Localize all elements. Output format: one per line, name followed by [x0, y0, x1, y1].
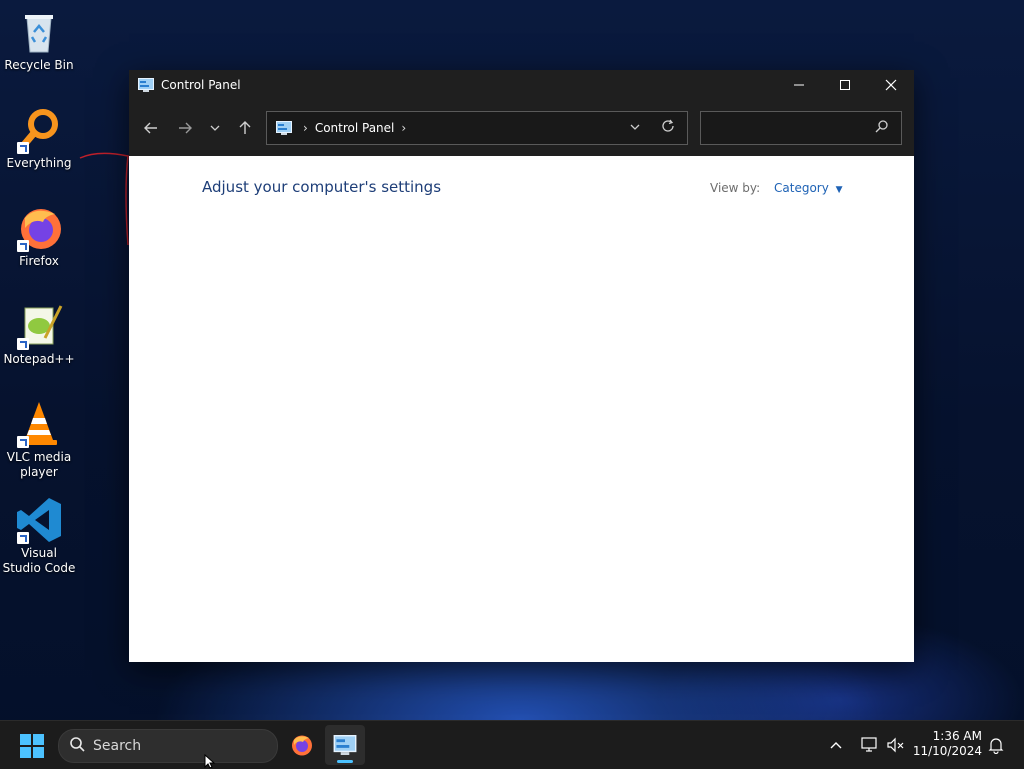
forward-arrow-icon [179, 122, 192, 134]
title-bar[interactable]: Control Panel [129, 70, 914, 100]
show-hidden-icons-button[interactable] [829, 721, 843, 769]
search-control-panel[interactable] [700, 111, 902, 145]
desktop-icon-label: Recycle Bin [4, 58, 74, 72]
everything-icon [15, 106, 63, 154]
desktop-icon-everything[interactable]: Everything [2, 106, 76, 171]
shortcut-arrow-icon [17, 532, 29, 544]
view-by-dropdown[interactable]: Category [774, 181, 829, 195]
desktop-icon-label: Notepad++ [3, 352, 75, 366]
mouse-cursor-icon [204, 754, 216, 768]
firefox-icon [15, 204, 63, 252]
back-arrow-icon [144, 122, 157, 134]
taskbar-search-label: Search [93, 738, 142, 754]
taskbar-firefox[interactable] [281, 725, 321, 765]
maximize-button[interactable] [822, 70, 868, 100]
notepadpp-icon [15, 302, 63, 350]
clock-time: 1:36 AM [932, 729, 982, 743]
network-icon [861, 737, 877, 752]
desktop-icon-vscode[interactable]: Visual Studio Code [2, 496, 76, 576]
notifications-button[interactable] [988, 721, 1004, 769]
recent-locations-button[interactable] [201, 112, 229, 144]
taskbar-control-panel[interactable] [325, 725, 365, 765]
address-bar[interactable]: › Control Panel › [266, 111, 688, 145]
clock-date: 11/10/2024 [912, 744, 982, 758]
desktop-icon-firefox[interactable]: Firefox [2, 204, 76, 269]
desktop-icon-label: Everything [6, 156, 72, 170]
volume-button[interactable] [886, 721, 906, 769]
forward-button[interactable] [169, 112, 201, 144]
active-indicator [337, 760, 353, 763]
red-annotation-stroke [79, 152, 129, 246]
system-clock[interactable]: 1:36 AM 11/10/2024 [912, 729, 982, 759]
chevron-up-icon [830, 742, 842, 749]
desktop-icon-notepadpp[interactable]: Notepad++ [2, 302, 76, 367]
control-panel-icon [138, 78, 154, 92]
navigation-toolbar: › Control Panel › [129, 100, 914, 156]
vlc-cone-icon [15, 400, 63, 448]
firefox-icon [292, 735, 312, 756]
start-button[interactable] [20, 734, 44, 758]
control-panel-content: Adjust your computer's settings View by:… [129, 156, 914, 662]
volume-muted-icon [887, 737, 904, 753]
refresh-icon [662, 119, 674, 132]
search-icon[interactable] [875, 119, 889, 137]
desktop-icon-label: Visual Studio Code [2, 546, 76, 575]
control-panel-icon [333, 735, 357, 755]
address-dropdown-button[interactable] [629, 121, 641, 135]
shortcut-arrow-icon [17, 436, 29, 448]
maximize-icon [840, 80, 850, 90]
shortcut-arrow-icon [17, 338, 29, 350]
desktop-icon-label: Firefox [19, 254, 59, 268]
desktop-icon-label: VLC media player [6, 450, 72, 479]
vscode-icon [15, 496, 63, 544]
search-icon [69, 736, 85, 756]
recycle-bin-icon [15, 8, 63, 56]
refresh-button[interactable] [661, 119, 675, 137]
breadcrumb-separator-icon[interactable]: › [303, 121, 308, 135]
chevron-down-icon [630, 124, 640, 130]
view-by-control: View by: Category ▼ [710, 181, 843, 195]
window-title: Control Panel [161, 78, 241, 92]
taskbar: Search 1:36 AM 11/10/2024 [0, 720, 1024, 769]
breadcrumb-control-panel[interactable]: Control Panel [315, 121, 395, 135]
chevron-down-icon [210, 125, 220, 131]
close-button[interactable] [868, 70, 914, 100]
up-button[interactable] [229, 112, 261, 144]
close-icon [885, 79, 897, 91]
windows-logo-icon [20, 734, 31, 745]
control-panel-window: Control Panel › Control Panel › Adjust y… [129, 70, 914, 662]
caret-down-icon[interactable]: ▼ [836, 185, 843, 195]
taskbar-search-box[interactable]: Search [58, 729, 278, 763]
shortcut-arrow-icon [17, 240, 29, 252]
shortcut-arrow-icon [17, 142, 29, 154]
desktop-icon-recycle-bin[interactable]: Recycle Bin [2, 8, 76, 73]
network-status-button[interactable] [860, 721, 880, 769]
desktop-icon-vlc[interactable]: VLC media player [2, 400, 76, 480]
control-panel-icon [276, 121, 292, 135]
bell-icon [988, 738, 1004, 754]
view-by-label: View by: [710, 181, 761, 195]
up-arrow-icon [239, 121, 251, 134]
minimize-button[interactable] [776, 70, 822, 100]
minimize-icon [794, 84, 804, 86]
page-title: Adjust your computer's settings [202, 178, 442, 196]
breadcrumb-separator-icon[interactable]: › [401, 121, 406, 135]
search-input[interactable] [701, 112, 877, 142]
back-button[interactable] [135, 112, 167, 144]
